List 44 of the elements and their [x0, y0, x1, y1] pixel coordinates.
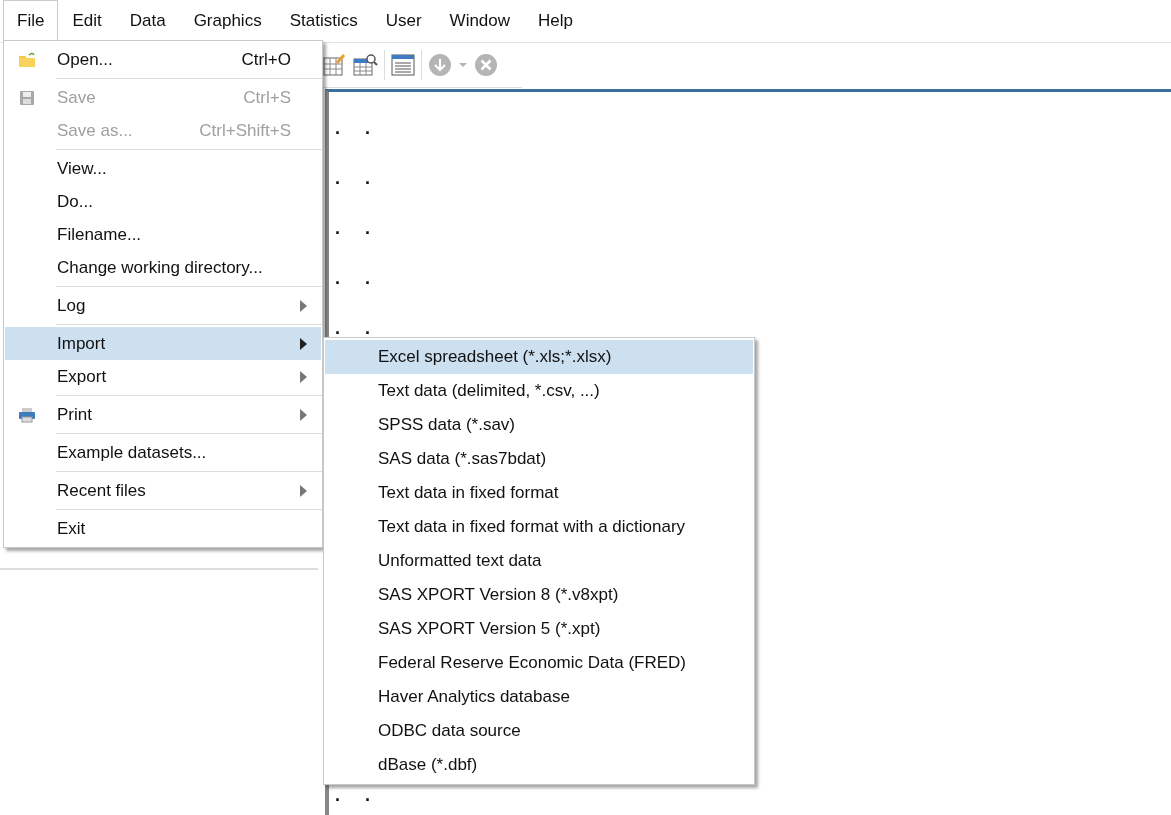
- menu-option[interactable]: Text data in fixed format with a dictionary: [325, 510, 753, 544]
- menu-option[interactable]: Do...: [5, 185, 321, 218]
- menu-item[interactable]: Help: [524, 0, 588, 42]
- menu-option[interactable]: Filename...: [5, 218, 321, 251]
- list-window-icon[interactable]: [391, 53, 415, 77]
- menu-option[interactable]: Export: [5, 360, 321, 393]
- prompt-dots: . .: [335, 222, 380, 235]
- menu-option[interactable]: View...: [5, 152, 321, 185]
- menu-item[interactable]: Graphics: [179, 0, 276, 42]
- menu-option[interactable]: Federal Reserve Economic Data (FRED): [325, 646, 753, 680]
- menu-option[interactable]: SAS XPORT Version 8 (*.v8xpt): [325, 578, 753, 612]
- menu-option[interactable]: Excel spreadsheet (*.xls;*.xlsx): [325, 340, 753, 374]
- printer-icon: [18, 406, 36, 423]
- menu-option[interactable]: Print: [5, 398, 321, 431]
- menu-option[interactable]: Example datasets...: [5, 436, 321, 469]
- menu-option[interactable]: Change working directory...: [5, 251, 321, 284]
- table-search-icon[interactable]: [352, 53, 378, 77]
- menu-option[interactable]: Text data (delimited, *.csv, ...): [325, 374, 753, 408]
- prompt-dots: . .: [335, 272, 380, 285]
- menu-option[interactable]: dBase (*.dbf): [325, 748, 753, 782]
- prompt-dots: . .: [335, 789, 380, 802]
- menu-option[interactable]: Open... Ctrl+O: [5, 43, 321, 76]
- menu-item[interactable]: User: [371, 0, 436, 42]
- table-edit-icon[interactable]: [322, 53, 346, 77]
- menu-option[interactable]: SAS data (*.sas7bdat): [325, 442, 753, 476]
- menu-option[interactable]: SAS XPORT Version 5 (*.xpt): [325, 612, 753, 646]
- menu-option[interactable]: Recent files: [5, 474, 321, 507]
- prompt-dots: . .: [335, 322, 380, 335]
- menu-item[interactable]: Data: [115, 0, 180, 42]
- prompt-dots: . .: [335, 122, 380, 135]
- menu-option[interactable]: Text data in fixed format: [325, 476, 753, 510]
- menu-option[interactable]: Log: [5, 289, 321, 322]
- menu-item[interactable]: Statistics: [275, 0, 372, 42]
- menu-item[interactable]: Window: [435, 0, 525, 42]
- folder-icon: [18, 51, 36, 68]
- menu-option[interactable]: SPSS data (*.sav): [325, 408, 753, 442]
- menu-option[interactable]: Haver Analytics database: [325, 680, 753, 714]
- menu-option[interactable]: ODBC data source: [325, 714, 753, 748]
- menu-option[interactable]: Import: [5, 327, 321, 360]
- menu-option[interactable]: Unformatted text data: [325, 544, 753, 578]
- menu-item[interactable]: Edit: [58, 0, 116, 42]
- prompt-dots: . .: [335, 172, 380, 185]
- menu-item[interactable]: File: [3, 0, 59, 42]
- menu-option[interactable]: Exit: [5, 512, 321, 545]
